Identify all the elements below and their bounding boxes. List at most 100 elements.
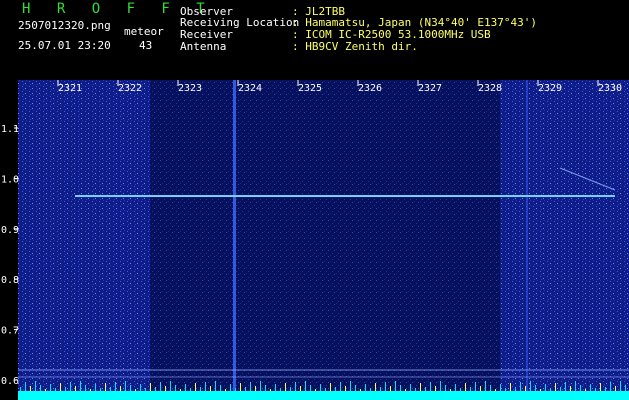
signal-spike (460, 388, 461, 391)
signal-spike (175, 385, 176, 391)
signal-spike (370, 388, 371, 391)
signal-spike (350, 381, 351, 391)
signal-spike (500, 384, 501, 391)
signal-spike (85, 385, 86, 391)
signal-spike (330, 383, 331, 391)
signal-spike (495, 389, 496, 391)
signal-spike (165, 386, 166, 391)
signal-spike (585, 389, 586, 391)
signal-spike (535, 385, 536, 391)
signal-spike (255, 386, 256, 391)
signal-spike (395, 381, 396, 391)
signal-spike (470, 387, 471, 391)
signal-spike (485, 381, 486, 391)
signal-spike (415, 388, 416, 391)
x-tick-label: 2324 (238, 83, 262, 94)
signal-spike (40, 385, 41, 391)
signal-spike (80, 381, 81, 391)
signal-spike (70, 382, 71, 391)
signal-spike (35, 381, 36, 391)
signal-spike (230, 384, 231, 391)
signal-spike (140, 384, 141, 391)
detection-type: meteor (124, 25, 164, 38)
signal-spike (295, 382, 296, 391)
header-panel: H R O F F T 2507012320.png 25.07.01 23:2… (0, 0, 629, 80)
signal-spike (405, 389, 406, 391)
signal-spike (590, 384, 591, 391)
y-tick-label: 0.9 (1, 225, 19, 236)
vertical-burst-line (233, 80, 236, 400)
signal-spike (600, 383, 601, 391)
y-tick-label: 1.1 (1, 124, 19, 135)
signal-spike (605, 387, 606, 391)
signal-spike (625, 385, 626, 391)
signal-spike (380, 387, 381, 391)
signal-spike (620, 381, 621, 391)
signal-spike (345, 386, 346, 391)
signal-spike (245, 387, 246, 391)
signal-spike (95, 384, 96, 391)
signal-spike (300, 386, 301, 391)
file-datetime: 25.07.01 23:20 (18, 39, 111, 52)
signal-spike (335, 387, 336, 391)
signal-spike (505, 388, 506, 391)
y-tick-label: 0.6 (1, 376, 19, 387)
signal-spike (545, 384, 546, 391)
signal-spike (365, 384, 366, 391)
signal-spike (425, 387, 426, 391)
x-tick-label: 2325 (298, 83, 322, 94)
signal-spike (150, 383, 151, 391)
signal-spike (30, 386, 31, 391)
signal-spike (75, 386, 76, 391)
signal-spike (525, 386, 526, 391)
signal-spike (580, 385, 581, 391)
signal-spike (435, 386, 436, 391)
signal-spike (210, 386, 211, 391)
signal-spike (575, 381, 576, 391)
signal-spike (430, 382, 431, 391)
signal-spike (465, 383, 466, 391)
x-tick-label: 2326 (358, 83, 382, 94)
detection-count: 43 (139, 39, 153, 52)
x-tick-label: 2327 (418, 83, 442, 94)
y-tick-label: 0.8 (1, 275, 19, 286)
noise-band-right (500, 80, 629, 400)
x-tick-label: 2323 (178, 83, 202, 94)
vertical-faint-line (526, 80, 528, 400)
signal-baseline (18, 391, 629, 400)
signal-spike (155, 387, 156, 391)
signal-spike (320, 384, 321, 391)
signal-spike (515, 387, 516, 391)
signal-spike (475, 382, 476, 391)
signal-spike (170, 381, 171, 391)
signal-spike (610, 382, 611, 391)
signal-spike (410, 384, 411, 391)
antenna-label: Antenna (180, 40, 227, 53)
signal-spike (220, 385, 221, 391)
signal-spike (235, 388, 236, 391)
signal-spike (290, 387, 291, 391)
signal-spike (550, 388, 551, 391)
signal-spike (195, 383, 196, 391)
signal-spike (375, 383, 376, 391)
signal-spike (360, 389, 361, 391)
signal-spike (385, 382, 386, 391)
signal-spike (440, 381, 441, 391)
signal-spike (355, 385, 356, 391)
carrier-trace (75, 195, 615, 198)
signal-spike (490, 385, 491, 391)
signal-spike (270, 389, 271, 391)
signal-spike (90, 389, 91, 391)
signal-spike (540, 389, 541, 391)
signal-spike (185, 384, 186, 391)
signal-spike (60, 383, 61, 391)
signal-spike (180, 389, 181, 391)
signal-spike (450, 389, 451, 391)
signal-spike (50, 384, 51, 391)
x-tick-label: 2322 (118, 83, 142, 94)
signal-spike (65, 387, 66, 391)
signal-spike (20, 387, 21, 391)
x-tick-label: 2328 (478, 83, 502, 94)
x-tick-label: 2329 (538, 83, 562, 94)
signal-spike (45, 389, 46, 391)
